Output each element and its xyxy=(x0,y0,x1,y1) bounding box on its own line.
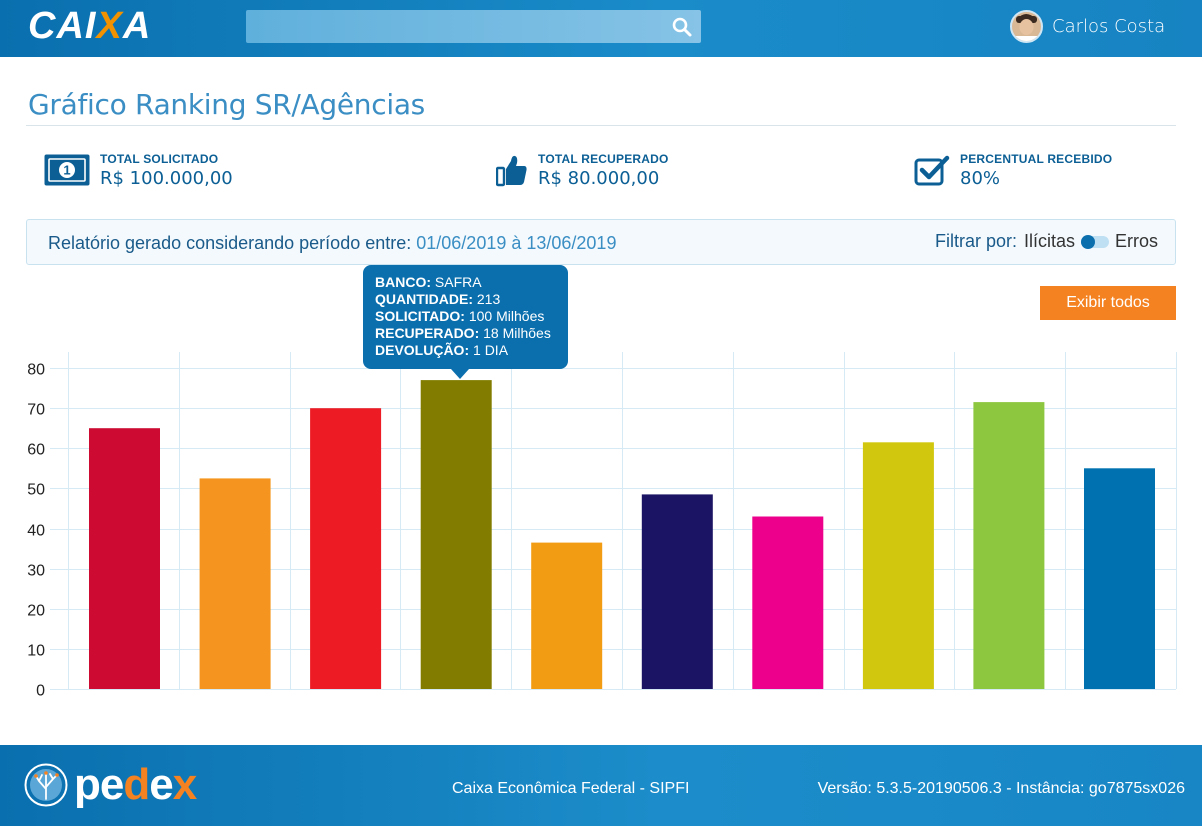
caixa-logo[interactable]: CAIXA xyxy=(28,6,151,46)
svg-text:1: 1 xyxy=(63,163,70,178)
filter-option-ilicitas[interactable]: Ilícitas xyxy=(1024,231,1075,252)
y-tick-label: 30 xyxy=(27,563,45,580)
avatar[interactable] xyxy=(1010,10,1043,43)
page-title: Gráfico Ranking SR/Agências xyxy=(28,88,425,121)
footer-version: Versão: 5.3.5-20190506.3 - Instância: go… xyxy=(817,780,1185,797)
checkbox-icon xyxy=(912,150,952,190)
money-bill-icon: 1 xyxy=(42,150,92,190)
pedex-logo[interactable]: pedex xyxy=(24,760,197,809)
footer: pedex Caixa Econômica Federal - SIPFI Ve… xyxy=(0,745,1202,826)
kpi-value: 80% xyxy=(960,167,1001,189)
footer-org: Caixa Econômica Federal - SIPFI xyxy=(452,780,690,797)
chart-bar-1[interactable] xyxy=(89,428,160,689)
tooltip-row-banco: BANCO: SAFRA xyxy=(375,274,482,290)
y-tick-label: 10 xyxy=(27,643,45,660)
chart-bar-5[interactable] xyxy=(531,542,603,689)
search-input[interactable] xyxy=(246,10,701,43)
y-tick-label: 20 xyxy=(27,603,45,620)
user-photo-icon xyxy=(1012,12,1041,41)
chart-bar-2[interactable] xyxy=(199,478,271,689)
kpi-label: TOTAL RECUPERADO xyxy=(538,151,669,166)
y-tick-label: 40 xyxy=(27,523,45,540)
kpi-label: PERCENTUAL RECEBIDO xyxy=(960,151,1113,166)
filter-option-erros[interactable]: Erros xyxy=(1115,231,1158,252)
chart-bar-10[interactable] xyxy=(1084,468,1155,689)
pedex-wordmark: pedex xyxy=(74,760,197,809)
ranking-bar-chart: 0 10 20 30 40 50 60 70 80 xyxy=(27,352,1177,700)
kpi-value: R$ 100.000,00 xyxy=(100,167,233,189)
y-tick-label: 80 xyxy=(27,362,45,379)
toggle-knob[interactable] xyxy=(1080,234,1095,249)
chart-bar-7[interactable] xyxy=(752,516,824,690)
show-all-button[interactable]: Exibir todos xyxy=(1040,286,1176,320)
user-menu[interactable]: Carlos Costa xyxy=(1010,10,1165,43)
kpi-value: R$ 80.000,00 xyxy=(538,167,660,189)
tree-emblem-icon xyxy=(24,763,68,807)
tooltip-row-devolucao: DEVOLUÇÃO: 1 DIA xyxy=(375,342,509,358)
chart-bar-3[interactable] xyxy=(310,408,382,689)
tooltip-row-recuperado: RECUPERADO: 18 Milhões xyxy=(375,325,551,341)
chart-bar-9[interactable] xyxy=(973,402,1045,689)
bar-tooltip: BANCO: SAFRA QUANTIDADE: 213 SOLICITADO:… xyxy=(363,265,568,369)
tooltip-arrow xyxy=(451,369,469,379)
search-icon[interactable] xyxy=(671,16,693,38)
y-tick-label: 60 xyxy=(27,442,45,459)
tooltip-row-solicitado: SOLICITADO: 100 Milhões xyxy=(375,308,545,324)
chart-bar-6[interactable] xyxy=(641,494,713,689)
y-tick-label: 0 xyxy=(36,683,45,700)
report-period-bar: Relatório gerado considerando período en… xyxy=(26,219,1176,265)
kpi-label: TOTAL SOLICITADO xyxy=(100,151,219,166)
report-period-text: Relatório gerado considerando período en… xyxy=(48,233,616,254)
filter-toggle-group: Filtrar por: Ilícitas Erros xyxy=(935,231,1158,252)
kpi-total-recuperado: TOTAL RECUPERADO R$ 80.000,00 xyxy=(494,150,669,190)
chart-bar-8[interactable] xyxy=(862,442,934,689)
title-divider xyxy=(26,125,1176,126)
chart-bar-4[interactable] xyxy=(420,380,492,689)
caixa-logo-text: CAIXA xyxy=(28,5,152,47)
report-dates: 01/06/2019 à 13/06/2019 xyxy=(416,233,617,253)
tooltip-row-quantidade: QUANTIDADE: 213 xyxy=(375,291,501,307)
report-prefix: Relatório gerado considerando período en… xyxy=(48,233,412,253)
top-header: CAIXA Carlos Costa xyxy=(0,0,1202,57)
y-tick-label: 70 xyxy=(27,402,45,419)
kpi-percentual-recebido: PERCENTUAL RECEBIDO 80% xyxy=(912,150,1112,190)
thumbs-up-icon xyxy=(494,150,530,190)
filter-toggle[interactable] xyxy=(1080,234,1109,249)
kpi-total-solicitado: 1 TOTAL SOLICITADO R$ 100.000,00 xyxy=(42,150,233,190)
y-tick-label: 50 xyxy=(27,482,45,499)
user-name[interactable]: Carlos Costa xyxy=(1052,16,1165,37)
filter-label: Filtrar por: xyxy=(934,231,1017,251)
